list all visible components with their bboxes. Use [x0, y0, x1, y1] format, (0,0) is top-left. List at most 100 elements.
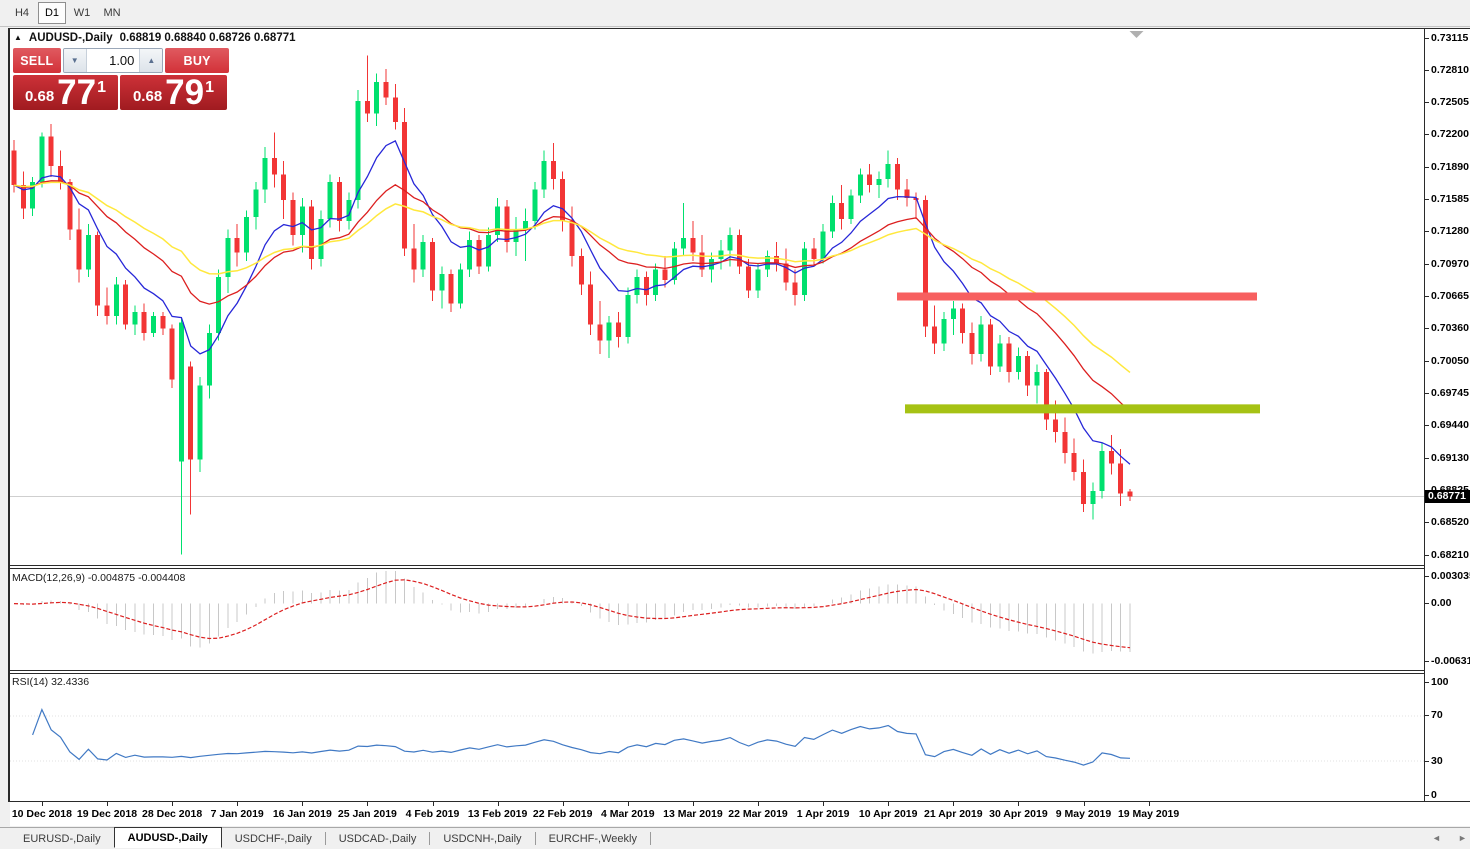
date-axis-tick	[367, 802, 368, 806]
price-tick-label: 0.68520	[1431, 516, 1469, 528]
date-tick-label: 25 Jan 2019	[338, 808, 397, 820]
bear-candle-body	[597, 324, 602, 340]
bear-candle-body	[1025, 356, 1030, 386]
date-tick-label: 28 Dec 2018	[142, 808, 202, 820]
bear-candle-body	[690, 238, 695, 253]
bull-candle-body	[253, 189, 258, 216]
price-axis-tick	[1424, 199, 1429, 200]
bear-candle-body	[384, 82, 389, 98]
tab-scroll-right-icon[interactable]: ►	[1458, 833, 1467, 843]
bear-candle-body	[895, 164, 900, 189]
buy-button[interactable]: BUY	[165, 48, 229, 73]
price-axis-tick	[1424, 38, 1429, 39]
macd-tick-label: -0.006311	[1431, 655, 1470, 667]
sell-price-pips: 77	[57, 75, 96, 110]
rsi-tick-label: 0	[1431, 789, 1437, 801]
price-tick-label: 0.69130	[1431, 452, 1469, 464]
date-tick-label: 7 Jan 2019	[211, 808, 264, 820]
bear-candle-body	[793, 282, 798, 295]
bear-candle-body	[430, 242, 435, 291]
price-axis-tick	[1424, 522, 1429, 523]
price-tick-label: 0.73115	[1431, 32, 1468, 44]
bull-candle-body	[728, 235, 733, 251]
tab-audusd-daily[interactable]: AUDUSD-,Daily	[114, 827, 222, 848]
bull-candle-body	[356, 101, 361, 200]
price-tick-label: 0.72505	[1431, 96, 1469, 108]
rsi-tick-label: 30	[1431, 755, 1443, 767]
bull-candle-body	[1100, 451, 1105, 491]
bear-candle-body	[337, 182, 342, 221]
bull-candle-body	[439, 274, 444, 291]
date-axis-tick	[498, 802, 499, 806]
macd-axis-tick	[1424, 603, 1429, 604]
price-axis-tick	[1424, 70, 1429, 71]
price-axis-tick	[1424, 296, 1429, 297]
bear-candle-body	[737, 235, 742, 267]
macd-rsi-separator[interactable]	[9, 670, 1424, 671]
tab-usdcnh-daily[interactable]: USDCNH-,Daily	[430, 828, 534, 849]
bull-candle-body	[263, 158, 268, 190]
tab-usdcad-daily[interactable]: USDCAD-,Daily	[326, 828, 430, 849]
collapse-subwindow-icon[interactable]: ▲	[14, 33, 22, 42]
bear-candle-body	[12, 150, 17, 185]
sell-price-box[interactable]: 0.68 77 1	[13, 75, 118, 110]
chart-symbol-period: AUDUSD-,Daily	[29, 32, 113, 44]
date-axis-tick	[1149, 802, 1150, 806]
bull-candle-body	[830, 203, 835, 231]
bull-candle-body	[486, 235, 491, 267]
tab-scroll-left-icon[interactable]: ◄	[1432, 833, 1441, 843]
volume-input[interactable]: 1.00	[87, 49, 140, 72]
bear-candle-body	[142, 312, 147, 333]
macd-indicator-chart[interactable]	[10, 569, 1424, 669]
bear-candle-body	[235, 238, 240, 253]
bull-candle-body	[718, 251, 723, 259]
volume-spinner: ▼ 1.00 ▲	[63, 48, 164, 73]
rsi-indicator-chart[interactable]	[10, 674, 1424, 800]
main-macd-separator[interactable]	[9, 565, 1424, 566]
bear-candle-body	[663, 270, 668, 281]
date-axis-tick	[172, 802, 173, 806]
bear-candle-body	[477, 240, 482, 266]
sell-button[interactable]: SELL	[13, 48, 61, 73]
timeframe-button-w1[interactable]: W1	[68, 2, 96, 24]
timeframe-button-d1[interactable]: D1	[38, 2, 66, 24]
macd-label: MACD(12,26,9) -0.004875 -0.004408	[12, 572, 185, 584]
buy-price-box[interactable]: 0.68 79 1	[120, 75, 227, 110]
resistance-line[interactable]	[897, 292, 1257, 300]
date-axis-tick	[433, 802, 434, 806]
date-tick-label: 1 Apr 2019	[797, 808, 850, 820]
rsi-line	[33, 710, 1130, 766]
price-tick-label: 0.70050	[1431, 355, 1469, 367]
bear-candle-body	[867, 175, 872, 186]
tab-eurusd-daily[interactable]: EURUSD-,Daily	[10, 828, 114, 849]
timeframe-button-h4[interactable]: H4	[8, 2, 36, 24]
volume-increase-icon[interactable]: ▲	[139, 49, 162, 72]
tab-usdchf-daily[interactable]: USDCHF-,Daily	[222, 828, 325, 849]
bear-candle-body	[969, 333, 974, 354]
timeframe-button-mn[interactable]: MN	[98, 2, 126, 24]
bear-candle-body	[1007, 343, 1012, 371]
macd-tick-label: 0.00	[1431, 597, 1451, 609]
bull-candle-body	[328, 182, 333, 219]
chart-shift-marker-icon[interactable]	[1130, 31, 1144, 38]
bear-candle-body	[95, 235, 100, 306]
price-axis-line[interactable]	[1424, 28, 1425, 801]
rsi-axis-tick	[1424, 761, 1429, 762]
bear-candle-body	[746, 266, 751, 290]
price-tick-label: 0.71585	[1431, 193, 1469, 205]
bull-candle-body	[374, 82, 379, 114]
bull-candle-body	[542, 161, 547, 189]
volume-decrease-icon[interactable]: ▼	[64, 49, 87, 72]
bull-candle-body	[653, 270, 658, 295]
bear-candle-body	[560, 179, 565, 221]
tab-separator	[650, 832, 651, 845]
support-line[interactable]	[905, 404, 1260, 413]
date-tick-label: 13 Mar 2019	[663, 808, 723, 820]
price-axis-tick	[1424, 167, 1429, 168]
date-axis-tick	[953, 802, 954, 806]
bear-candle-body	[77, 230, 82, 270]
tab-eurchf-weekly[interactable]: EURCHF-,Weekly	[536, 828, 650, 849]
rsi-axis-tick	[1424, 715, 1429, 716]
date-tick-label: 10 Dec 2018	[12, 808, 72, 820]
trading-terminal: H4D1W1MN ▲ AUDUSD-,Daily 0.68819 0.68840…	[0, 0, 1470, 849]
